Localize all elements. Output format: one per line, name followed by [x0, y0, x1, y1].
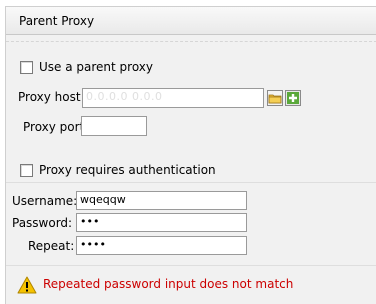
requires-auth-checkbox[interactable]	[20, 164, 33, 177]
repeat-input[interactable]: ••••	[76, 236, 247, 255]
use-parent-proxy-checkbox[interactable]	[20, 61, 33, 74]
panel-header: Parent Proxy	[6, 7, 376, 35]
auth-divider	[6, 182, 376, 183]
proxy-host-value: 0.0.0.0 0.0.0	[86, 90, 163, 103]
warning-message: Repeated password input does not match	[43, 277, 294, 291]
password-input[interactable]: •••	[76, 213, 247, 232]
panel-title: Parent Proxy	[19, 14, 95, 28]
proxy-host-label: Proxy host:	[18, 90, 85, 104]
header-divider	[6, 41, 376, 42]
warning-icon	[17, 276, 37, 297]
use-parent-proxy-label[interactable]: Use a parent proxy	[39, 60, 153, 74]
username-input[interactable]: wqeqqw	[76, 191, 247, 210]
parent-proxy-panel: Parent Proxy Use a parent proxy Proxy ho…	[5, 6, 376, 304]
warning-divider	[6, 265, 376, 266]
username-value: wqeqqw	[80, 193, 126, 206]
password-label: Password:	[12, 216, 73, 230]
proxy-port-label: Proxy port:	[23, 120, 89, 134]
repeat-label: Repeat:	[28, 239, 75, 253]
password-value: •••	[80, 215, 100, 228]
username-label: Username:	[12, 194, 78, 208]
proxy-host-input[interactable]: 0.0.0.0 0.0.0	[82, 88, 264, 108]
repeat-value: ••••	[80, 238, 106, 251]
plus-icon[interactable]	[285, 90, 301, 106]
proxy-port-input[interactable]	[81, 116, 147, 136]
requires-auth-label[interactable]: Proxy requires authentication	[39, 163, 216, 177]
folder-icon[interactable]	[267, 90, 283, 106]
